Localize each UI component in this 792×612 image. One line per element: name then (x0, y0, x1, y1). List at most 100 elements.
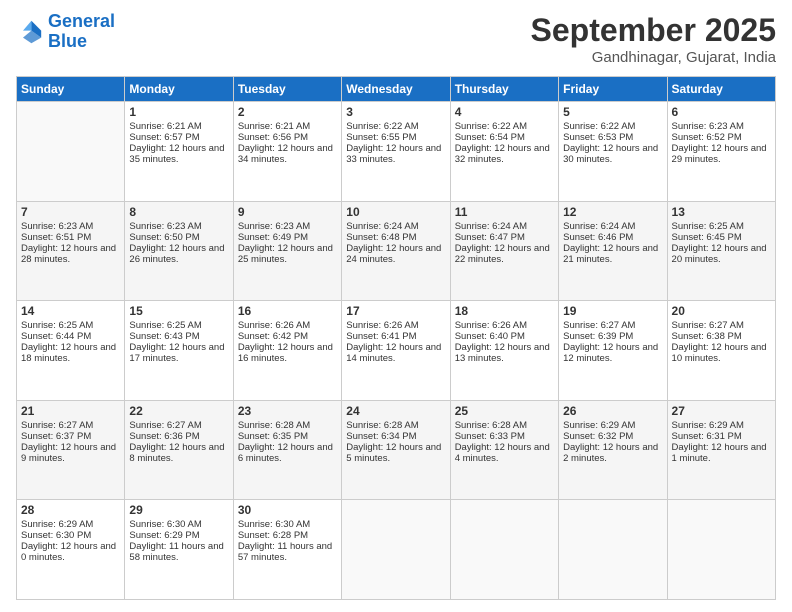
daylight-text: Daylight: 12 hours and 14 minutes. (346, 342, 441, 364)
day-number: 3 (346, 105, 445, 119)
logo-line1: General (48, 11, 115, 31)
daylight-text: Daylight: 12 hours and 34 minutes. (238, 143, 333, 165)
sunrise-text: Sunrise: 6:23 AM (672, 121, 744, 132)
header: General Blue September 2025 Gandhinagar,… (16, 12, 776, 66)
sunrise-text: Sunrise: 6:24 AM (346, 221, 418, 232)
sunset-text: Sunset: 6:41 PM (346, 331, 416, 342)
table-row: 1Sunrise: 6:21 AMSunset: 6:57 PMDaylight… (125, 102, 233, 202)
day-number: 8 (129, 205, 228, 219)
day-number: 12 (563, 205, 662, 219)
day-number: 15 (129, 304, 228, 318)
sunset-text: Sunset: 6:39 PM (563, 331, 633, 342)
sunset-text: Sunset: 6:50 PM (129, 232, 199, 243)
sunset-text: Sunset: 6:33 PM (455, 431, 525, 442)
sunrise-text: Sunrise: 6:27 AM (563, 320, 635, 331)
daylight-text: Daylight: 12 hours and 13 minutes. (455, 342, 550, 364)
daylight-text: Daylight: 11 hours and 58 minutes. (129, 541, 223, 563)
daylight-text: Daylight: 12 hours and 1 minute. (672, 442, 767, 464)
table-row (17, 102, 125, 202)
calendar-week-row: 14Sunrise: 6:25 AMSunset: 6:44 PMDayligh… (17, 301, 776, 401)
sunset-text: Sunset: 6:32 PM (563, 431, 633, 442)
sunrise-text: Sunrise: 6:29 AM (672, 420, 744, 431)
sunrise-text: Sunrise: 6:23 AM (238, 221, 310, 232)
sunset-text: Sunset: 6:31 PM (672, 431, 742, 442)
sunrise-text: Sunrise: 6:27 AM (672, 320, 744, 331)
table-row: 15 Sunrise: 6:25 AMSunset: 6:43 PMDayligh… (125, 301, 233, 401)
sunrise-text: Sunrise: 6:28 AM (455, 420, 527, 431)
sunset-text: Sunset: 6:40 PM (455, 331, 525, 342)
col-tuesday: Tuesday (233, 77, 341, 102)
day-number: 20 (672, 304, 771, 318)
table-row: 16Sunrise: 6:26 AMSunset: 6:42 PMDayligh… (233, 301, 341, 401)
sunrise-text: Sunrise: 6:27 AM (21, 420, 93, 431)
col-wednesday: Wednesday (342, 77, 450, 102)
daylight-text: Daylight: 12 hours and 2 minutes. (563, 442, 658, 464)
sunrise-text: Sunrise: 6:22 AM (455, 121, 527, 132)
day-number: 19 (563, 304, 662, 318)
table-row: 3Sunrise: 6:22 AMSunset: 6:55 PMDaylight… (342, 102, 450, 202)
day-number: 1 (129, 105, 228, 119)
day-number: 25 (455, 404, 554, 418)
sunrise-text: Sunrise: 6:24 AM (563, 221, 635, 232)
daylight-text: Daylight: 12 hours and 17 minutes. (129, 342, 224, 364)
sunrise-text: Sunrise: 6:25 AM (21, 320, 93, 331)
calendar-header-row: Sunday Monday Tuesday Wednesday Thursday… (17, 77, 776, 102)
sunset-text: Sunset: 6:48 PM (346, 232, 416, 243)
day-number: 9 (238, 205, 337, 219)
sunset-text: Sunset: 6:34 PM (346, 431, 416, 442)
sunset-text: Sunset: 6:53 PM (563, 132, 633, 143)
sunset-text: Sunset: 6:44 PM (21, 331, 91, 342)
daylight-text: Daylight: 12 hours and 9 minutes. (21, 442, 116, 464)
day-number: 23 (238, 404, 337, 418)
day-number: 26 (563, 404, 662, 418)
sunset-text: Sunset: 6:54 PM (455, 132, 525, 143)
table-row (559, 500, 667, 600)
sunrise-text: Sunrise: 6:23 AM (129, 221, 201, 232)
sunrise-text: Sunrise: 6:25 AM (129, 320, 201, 331)
calendar-week-row: 1Sunrise: 6:21 AMSunset: 6:57 PMDaylight… (17, 102, 776, 202)
table-row: 19Sunrise: 6:27 AMSunset: 6:39 PMDayligh… (559, 301, 667, 401)
col-saturday: Saturday (667, 77, 775, 102)
table-row: 4Sunrise: 6:22 AMSunset: 6:54 PMDaylight… (450, 102, 558, 202)
table-row: 2Sunrise: 6:21 AMSunset: 6:56 PMDaylight… (233, 102, 341, 202)
sunset-text: Sunset: 6:55 PM (346, 132, 416, 143)
logo: General Blue (16, 12, 115, 52)
daylight-text: Daylight: 12 hours and 21 minutes. (563, 243, 658, 265)
sunset-text: Sunset: 6:43 PM (129, 331, 199, 342)
table-row: 29Sunrise: 6:30 AMSunset: 6:29 PMDayligh… (125, 500, 233, 600)
title-block: September 2025 Gandhinagar, Gujarat, Ind… (531, 12, 776, 66)
sunset-text: Sunset: 6:35 PM (238, 431, 308, 442)
sunrise-text: Sunrise: 6:27 AM (129, 420, 201, 431)
calendar-table: Sunday Monday Tuesday Wednesday Thursday… (16, 76, 776, 600)
sunrise-text: Sunrise: 6:26 AM (455, 320, 527, 331)
daylight-text: Daylight: 12 hours and 16 minutes. (238, 342, 333, 364)
sunset-text: Sunset: 6:28 PM (238, 530, 308, 541)
day-number: 21 (21, 404, 120, 418)
sunrise-text: Sunrise: 6:28 AM (238, 420, 310, 431)
logo-line2: Blue (48, 31, 87, 51)
table-row: 10Sunrise: 6:24 AMSunset: 6:48 PMDayligh… (342, 201, 450, 301)
table-row: 17Sunrise: 6:26 AMSunset: 6:41 PMDayligh… (342, 301, 450, 401)
daylight-text: Daylight: 12 hours and 29 minutes. (672, 143, 767, 165)
day-number: 22 (129, 404, 228, 418)
sunrise-text: Sunrise: 6:29 AM (563, 420, 635, 431)
table-row: 27Sunrise: 6:29 AMSunset: 6:31 PMDayligh… (667, 400, 775, 500)
calendar-week-row: 28Sunrise: 6:29 AMSunset: 6:30 PMDayligh… (17, 500, 776, 600)
sunrise-text: Sunrise: 6:23 AM (21, 221, 93, 232)
table-row (667, 500, 775, 600)
table-row: 6Sunrise: 6:23 AMSunset: 6:52 PMDaylight… (667, 102, 775, 202)
sunset-text: Sunset: 6:49 PM (238, 232, 308, 243)
day-number: 7 (21, 205, 120, 219)
sunset-text: Sunset: 6:45 PM (672, 232, 742, 243)
sunset-text: Sunset: 6:42 PM (238, 331, 308, 342)
col-sunday: Sunday (17, 77, 125, 102)
col-friday: Friday (559, 77, 667, 102)
daylight-text: Daylight: 12 hours and 26 minutes. (129, 243, 224, 265)
logo-text: General Blue (48, 12, 115, 52)
day-number: 30 (238, 503, 337, 517)
day-number: 17 (346, 304, 445, 318)
calendar-week-row: 7Sunrise: 6:23 AMSunset: 6:51 PMDaylight… (17, 201, 776, 301)
day-number: 28 (21, 503, 120, 517)
day-number: 4 (455, 105, 554, 119)
day-number: 16 (238, 304, 337, 318)
